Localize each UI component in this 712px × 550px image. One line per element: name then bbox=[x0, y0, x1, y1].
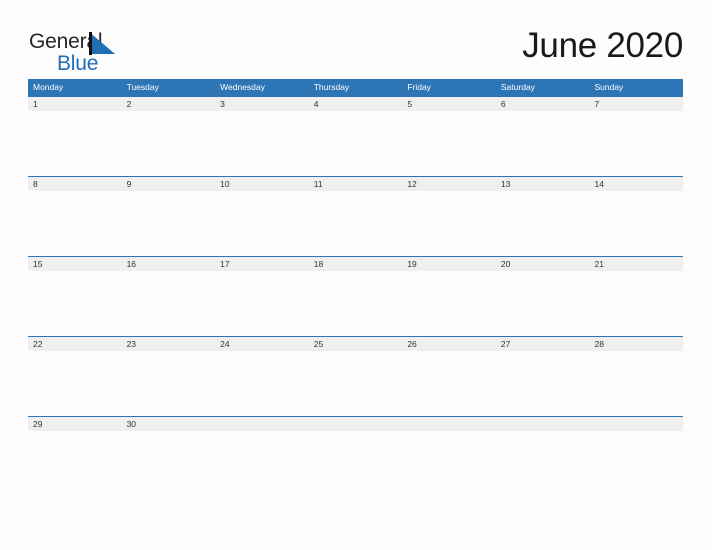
date-band: 8 9 10 11 12 13 14 bbox=[28, 177, 683, 191]
week-note-area[interactable] bbox=[28, 111, 683, 176]
week-note-area[interactable] bbox=[28, 191, 683, 256]
week-note-area[interactable] bbox=[28, 431, 683, 496]
day-cell[interactable] bbox=[215, 417, 309, 431]
day-cell[interactable]: 16 bbox=[122, 257, 216, 271]
day-cell[interactable]: 17 bbox=[215, 257, 309, 271]
day-cell[interactable]: 15 bbox=[28, 257, 122, 271]
day-cell[interactable]: 22 bbox=[28, 337, 122, 351]
page-title: June 2020 bbox=[522, 26, 683, 65]
day-cell[interactable]: 19 bbox=[402, 257, 496, 271]
calendar-page: General Blue June 2020 Monday Tuesday We… bbox=[0, 0, 712, 550]
day-cell[interactable]: 13 bbox=[496, 177, 590, 191]
week-row: 8 9 10 11 12 13 14 bbox=[28, 176, 683, 256]
date-band: 29 30 bbox=[28, 417, 683, 431]
weekday-sunday: Sunday bbox=[594, 82, 624, 92]
day-cell[interactable]: 11 bbox=[309, 177, 403, 191]
day-cell[interactable]: 14 bbox=[589, 177, 683, 191]
date-band: 15 16 17 18 19 20 21 bbox=[28, 257, 683, 271]
day-cell[interactable]: 29 bbox=[28, 417, 122, 431]
week-row: 15 16 17 18 19 20 21 bbox=[28, 256, 683, 336]
day-cell[interactable] bbox=[309, 417, 403, 431]
day-cell[interactable] bbox=[402, 417, 496, 431]
day-cell[interactable]: 12 bbox=[402, 177, 496, 191]
day-cell[interactable]: 21 bbox=[589, 257, 683, 271]
day-cell[interactable]: 24 bbox=[215, 337, 309, 351]
day-cell[interactable]: 4 bbox=[309, 97, 403, 111]
day-cell[interactable] bbox=[589, 417, 683, 431]
general-blue-logo[interactable]: General Blue bbox=[29, 31, 149, 75]
day-cell[interactable]: 9 bbox=[122, 177, 216, 191]
day-cell[interactable]: 26 bbox=[402, 337, 496, 351]
day-cell[interactable]: 2 bbox=[122, 97, 216, 111]
logo-text-blue: Blue bbox=[57, 52, 99, 75]
day-cell[interactable]: 3 bbox=[215, 97, 309, 111]
day-cell[interactable]: 28 bbox=[589, 337, 683, 351]
weekday-wednesday: Wednesday bbox=[220, 82, 265, 92]
day-cell[interactable]: 1 bbox=[28, 97, 122, 111]
day-cell[interactable]: 20 bbox=[496, 257, 590, 271]
day-cell[interactable]: 25 bbox=[309, 337, 403, 351]
weekday-header-row: Monday Tuesday Wednesday Thursday Friday… bbox=[28, 79, 683, 96]
week-row: 22 23 24 25 26 27 28 bbox=[28, 336, 683, 416]
week-note-area[interactable] bbox=[28, 271, 683, 336]
calendar-grid: Monday Tuesday Wednesday Thursday Friday… bbox=[28, 79, 683, 496]
day-cell[interactable]: 5 bbox=[402, 97, 496, 111]
day-cell[interactable]: 23 bbox=[122, 337, 216, 351]
day-cell[interactable]: 27 bbox=[496, 337, 590, 351]
weekday-saturday: Saturday bbox=[500, 82, 535, 92]
day-cell[interactable]: 10 bbox=[215, 177, 309, 191]
day-cell[interactable]: 30 bbox=[122, 417, 216, 431]
weekday-thursday: Thursday bbox=[313, 82, 350, 92]
day-cell[interactable] bbox=[496, 417, 590, 431]
day-cell[interactable]: 7 bbox=[589, 97, 683, 111]
day-cell[interactable]: 8 bbox=[28, 177, 122, 191]
weekday-tuesday: Tuesday bbox=[126, 82, 159, 92]
day-cell[interactable]: 18 bbox=[309, 257, 403, 271]
week-row: 1 2 3 4 5 6 7 bbox=[28, 96, 683, 176]
week-note-area[interactable] bbox=[28, 351, 683, 416]
week-row: 29 30 bbox=[28, 416, 683, 496]
weekday-monday: Monday bbox=[33, 82, 64, 92]
day-cell[interactable]: 6 bbox=[496, 97, 590, 111]
weekday-friday: Friday bbox=[407, 82, 431, 92]
date-band: 1 2 3 4 5 6 7 bbox=[28, 97, 683, 111]
date-band: 22 23 24 25 26 27 28 bbox=[28, 337, 683, 351]
page-header: General Blue June 2020 bbox=[0, 0, 712, 79]
